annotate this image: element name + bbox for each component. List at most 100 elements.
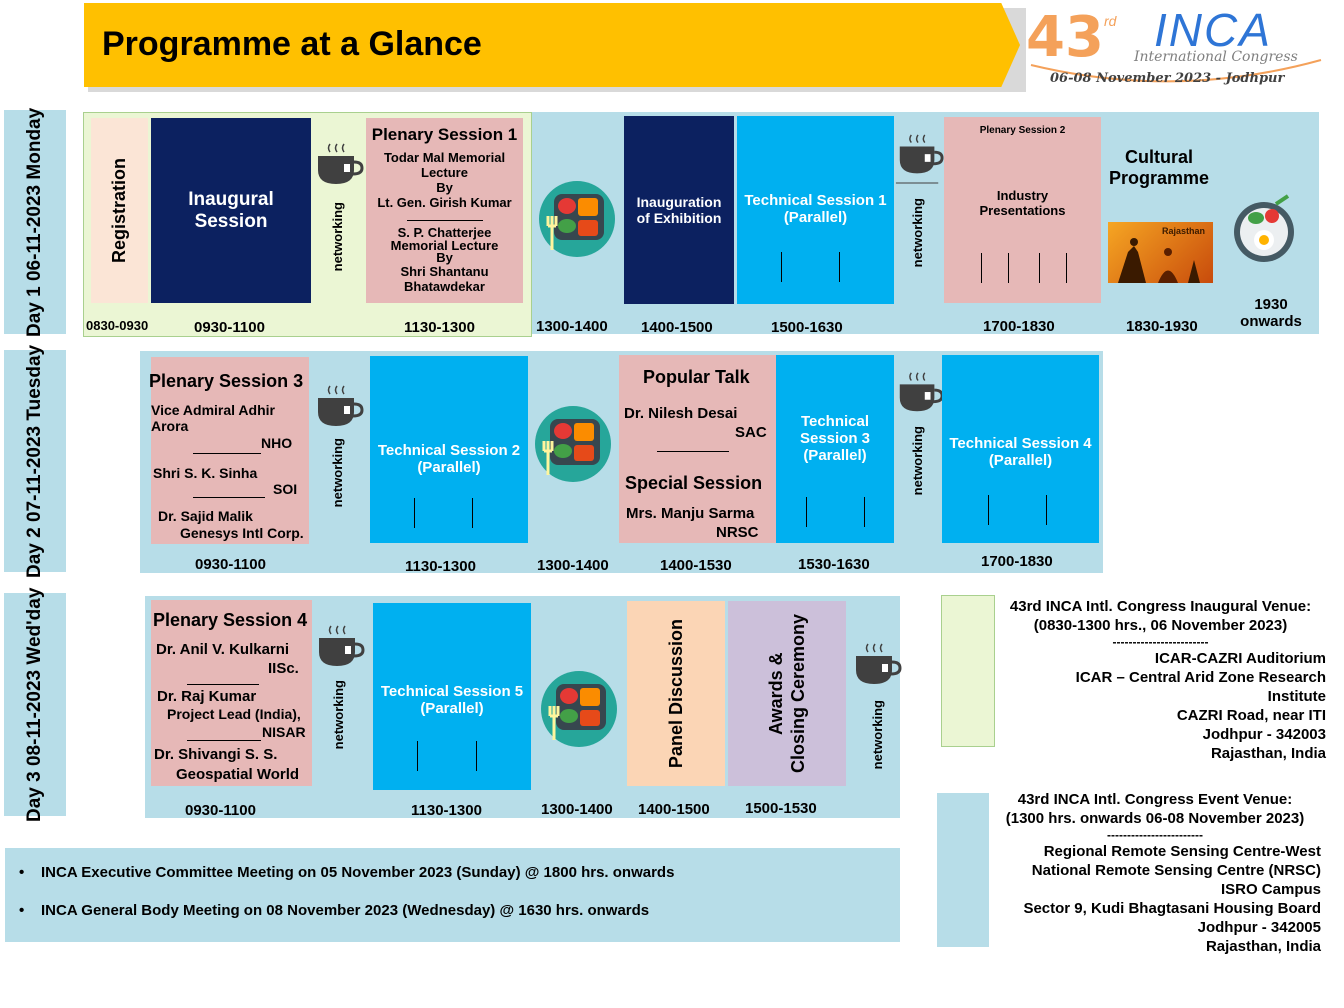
day1-time-7: 1700-1830 bbox=[983, 318, 1055, 335]
day3-time-3: 1300-1400 bbox=[541, 801, 613, 818]
day1-time-9b: onwards bbox=[1240, 313, 1302, 330]
parallel-divider bbox=[472, 498, 473, 528]
parallel-divider bbox=[864, 497, 865, 527]
rajasthan-image: Rajasthan bbox=[1108, 222, 1213, 283]
day2-time-3: 1300-1400 bbox=[537, 557, 609, 574]
day1-registration: Registration bbox=[91, 118, 148, 303]
day1-cultural-programme: Cultural Programme bbox=[1104, 147, 1214, 189]
day1-plenary1-l7: By bbox=[436, 250, 453, 265]
day1-networking-label-1: networking bbox=[330, 202, 345, 272]
day1-networking-1: networking bbox=[312, 140, 364, 300]
venue1-l1: ICAR-CAZRI Auditorium bbox=[1154, 650, 1326, 667]
day2-tech3-l3: (Parallel) bbox=[803, 447, 867, 464]
bullet-icon: • bbox=[19, 902, 25, 919]
day1-exhibition-l1: Inauguration bbox=[636, 194, 722, 210]
notes-box: • INCA Executive Committee Meeting on 05 … bbox=[5, 848, 900, 942]
day1-inaugural-label: Inaugural Session bbox=[188, 188, 274, 232]
venue2-title: 43rd INCA Intl. Congress Event Venue: bbox=[1017, 791, 1293, 808]
day3-p3a: Dr. Shivangi S. S. bbox=[154, 746, 278, 763]
day2-p3b: Genesys Intl Corp. bbox=[180, 525, 304, 541]
tea-cup-icon bbox=[318, 385, 364, 426]
day1-plenary2-l1: Industry bbox=[996, 188, 1049, 203]
venue2-sub: (1300 hrs. onwards 06-08 November 2023) bbox=[1005, 810, 1305, 827]
note-text: INCA General Body Meeting on 08 November… bbox=[41, 902, 650, 919]
day1-time-9a: 1930 bbox=[1254, 296, 1288, 313]
day3-awards-label: Awards & Closing Ceremony bbox=[765, 614, 809, 773]
day2-special-org: NRSC bbox=[716, 524, 759, 541]
day2-networking-1: networking bbox=[312, 382, 364, 542]
parallel-divider bbox=[981, 253, 982, 283]
day2-tech2-l1: Technical Session 2 bbox=[377, 442, 521, 459]
dinner-icon bbox=[1228, 192, 1300, 264]
day1-plenary1-l9: Bhatawdekar bbox=[404, 279, 485, 294]
day1-plenary1-l3: By bbox=[436, 180, 453, 195]
logo-suffix: rd bbox=[1104, 13, 1117, 29]
day2-time-4: 1400-1530 bbox=[660, 557, 732, 574]
tea-cup-icon bbox=[318, 143, 364, 184]
day3-p3b: Geospatial World bbox=[176, 766, 300, 783]
day1-label-box: Day 1 06-11-2023 Monday bbox=[4, 107, 66, 337]
header-banner: Programme at a Glance bbox=[84, 3, 1020, 87]
day2-p2a: Shri S. K. Sinha bbox=[153, 465, 258, 481]
parallel-divider bbox=[781, 252, 782, 282]
day1-label: Day 1 06-11-2023 Monday bbox=[24, 107, 45, 337]
day3-networking-1: networking bbox=[313, 622, 365, 782]
day2-label: Day 2 07-11-2023 Tuesday bbox=[24, 344, 45, 578]
venue2-text: 43rd INCA Intl. Congress Event Venue: (1… bbox=[989, 790, 1321, 956]
inca-logo: 43 rd INCA International Congress 06-08 … bbox=[1026, 4, 1326, 90]
day3-awards-l1: Awards & bbox=[766, 652, 786, 735]
venue2-l3: ISRO Campus bbox=[1220, 881, 1321, 898]
day3-p1b: IISc. bbox=[268, 660, 299, 677]
day2-popular-name: Dr. Nilesh Desai bbox=[624, 405, 738, 422]
parallel-divider bbox=[1008, 253, 1009, 283]
day1-networking-label-2: networking bbox=[910, 198, 925, 268]
day3-plenary-session-4: Plenary Session 4 Dr. Anil V. Kulkarni I… bbox=[151, 600, 312, 786]
logo-number: 43 bbox=[1026, 5, 1104, 70]
day3-technical-session-5: Technical Session 5 (Parallel) bbox=[373, 603, 531, 790]
bullet-icon: • bbox=[19, 864, 25, 881]
day1-plenary-session-1: Plenary Session 1 Todar Mal Memorial Lec… bbox=[366, 118, 523, 303]
venue1-l5: Jodhpur - 342003 bbox=[1202, 726, 1326, 743]
day3-p2-line bbox=[187, 740, 261, 741]
day2-technical-session-4: Technical Session 4 (Parallel) bbox=[942, 355, 1099, 543]
day1-plenary1-l4: Lt. Gen. Girish Kumar bbox=[377, 195, 512, 210]
day3-networking-label-1: networking bbox=[331, 680, 346, 750]
parallel-divider bbox=[476, 741, 477, 771]
day3-networking-2: networking bbox=[850, 640, 902, 790]
day3-p1a: Dr. Anil V. Kulkarni bbox=[156, 641, 290, 658]
day3-awards-closing: Awards & Closing Ceremony bbox=[728, 601, 846, 786]
day1-time-1: 0830-0930 bbox=[86, 318, 149, 333]
venue1-l3: Institute bbox=[1267, 688, 1326, 705]
day3-networking-label-2: networking bbox=[870, 700, 885, 770]
day1-time-3: 1130-1300 bbox=[404, 319, 475, 336]
day1-networking-2: networking bbox=[894, 130, 944, 290]
day1-plenary2-l2: Presentations bbox=[979, 203, 1066, 218]
day2-tech3-l1: Technical bbox=[800, 413, 870, 430]
day3-label: Day 3 08-11-2023 Wed'day bbox=[24, 587, 45, 822]
day3-p2c: NISAR bbox=[262, 724, 306, 740]
lunch-icon bbox=[540, 670, 618, 748]
day1-inaugural-session: Inaugural Session bbox=[151, 118, 311, 303]
tea-cup-icon bbox=[319, 625, 365, 666]
venue2-l2: National Remote Sensing Centre (NRSC) bbox=[1031, 862, 1321, 879]
logo-dates: 06-08 November 2023 - Jodhpur bbox=[1050, 71, 1285, 86]
note-text: INCA Executive Committee Meeting on 05 N… bbox=[41, 864, 675, 881]
note-item: • INCA Executive Committee Meeting on 05 … bbox=[19, 864, 675, 881]
day3-p2b: Project Lead (India), bbox=[167, 706, 301, 722]
tea-cup-icon bbox=[899, 372, 944, 412]
parallel-divider bbox=[988, 495, 989, 525]
day1-tech1-l2: (Parallel) bbox=[783, 209, 848, 226]
day2-p1a: Vice Admiral Adhir bbox=[151, 402, 275, 418]
venue2-swatch bbox=[937, 793, 989, 947]
day2-technical-session-3: Technical Session 3 (Parallel) bbox=[776, 355, 894, 543]
day1-time-6: 1500-1630 bbox=[771, 319, 843, 336]
day1-exhibition-l2: of Exhibition bbox=[636, 210, 722, 226]
day2-popular-org: SAC bbox=[735, 424, 767, 441]
day2-popular-line bbox=[657, 451, 729, 452]
parallel-divider bbox=[414, 498, 415, 528]
parallel-divider bbox=[1039, 253, 1040, 283]
venue1-text: 43rd INCA Intl. Congress Inaugural Venue… bbox=[995, 597, 1326, 763]
day1-plenary1-title: Plenary Session 1 bbox=[371, 125, 518, 144]
day3-panel-label: Panel Discussion bbox=[665, 618, 686, 769]
day2-tech4-l2: (Parallel) bbox=[988, 452, 1053, 469]
